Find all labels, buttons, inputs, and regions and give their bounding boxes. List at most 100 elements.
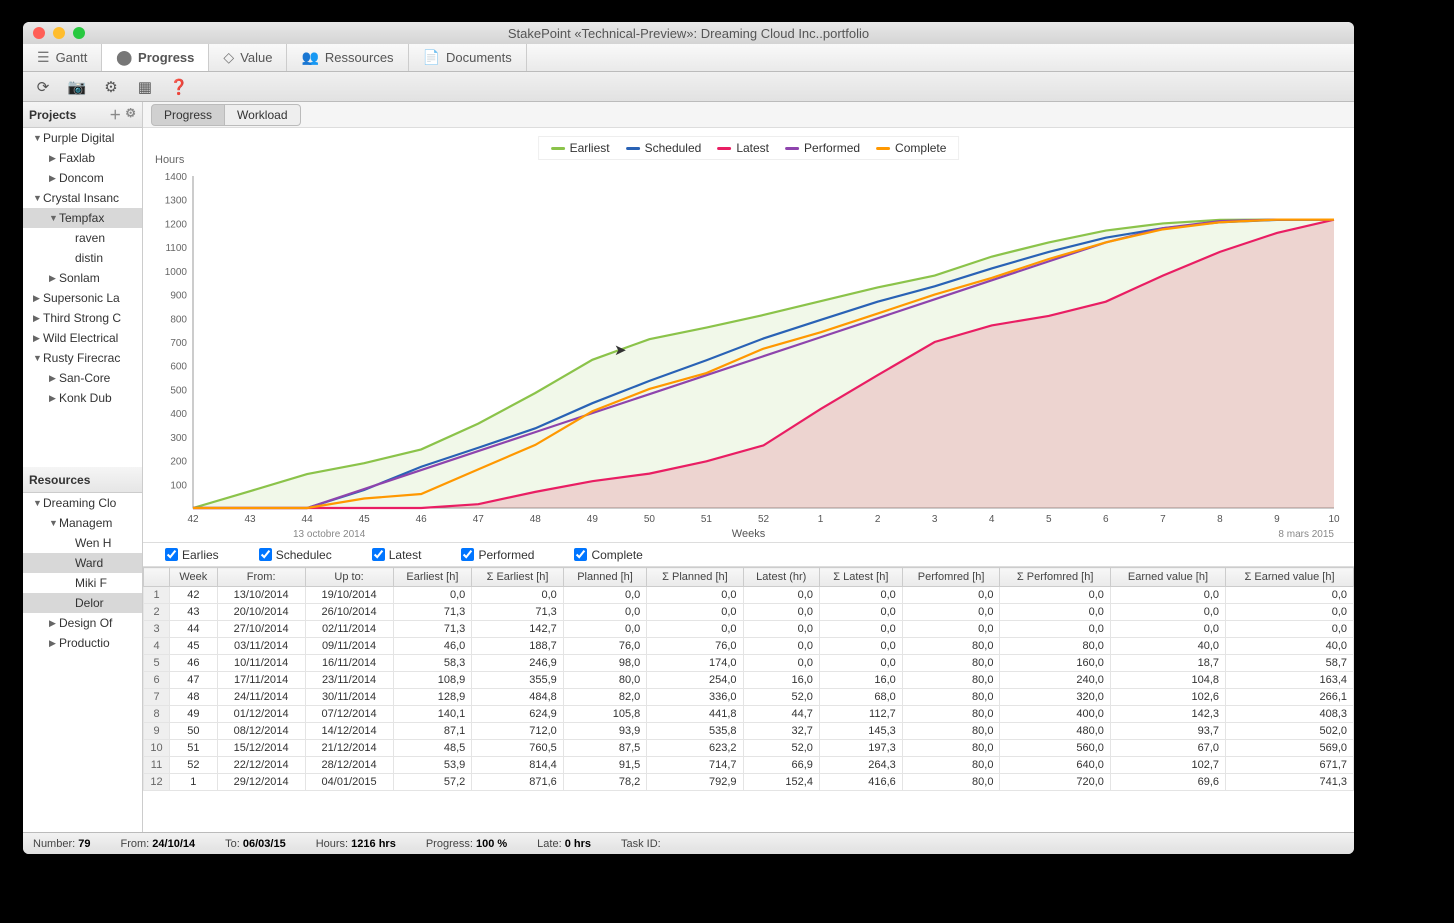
column-header[interactable]: Planned [h] <box>563 568 647 587</box>
cell: 13/10/2014 <box>217 587 305 604</box>
tree-node[interactable]: ▼Dreaming Clo <box>23 493 142 513</box>
tree-node[interactable]: ▼Crystal Insanc <box>23 188 142 208</box>
checkbox-performed[interactable]: Performed <box>461 548 534 562</box>
checkbox-input[interactable] <box>461 548 474 561</box>
tree-node[interactable]: ▶Konk Dub <box>23 388 142 408</box>
zoom-icon[interactable] <box>73 27 85 39</box>
tab-progress[interactable]: ⬤Progress <box>102 44 209 71</box>
resources-tree: ▼Dreaming Clo▼ManagemWen HWardMiki FDelo… <box>23 493 142 832</box>
cell: 0,0 <box>743 604 819 621</box>
tab-ressources[interactable]: 👥Ressources <box>287 44 408 71</box>
tab-value[interactable]: ◇Value <box>209 44 287 71</box>
tree-node[interactable]: ▶Productio <box>23 633 142 653</box>
column-header[interactable]: From: <box>217 568 305 587</box>
column-header[interactable]: Perfomred [h] <box>902 568 1000 587</box>
table-row[interactable]: 34427/10/201402/11/201471,3142,70,00,00,… <box>144 621 1354 638</box>
tree-label: Supersonic La <box>43 291 120 305</box>
cell: 48,5 <box>393 740 472 757</box>
tree-node[interactable]: Ward <box>23 553 142 573</box>
cell: 80,0 <box>902 723 1000 740</box>
table-row[interactable]: 95008/12/201414/12/201487,1712,093,9535,… <box>144 723 1354 740</box>
checkbox-earlies[interactable]: Earlies <box>165 548 219 562</box>
cell: 264,3 <box>819 757 902 774</box>
data-table-wrap[interactable]: WeekFrom:Up to:Earliest [h]Σ Earliest [h… <box>143 567 1354 832</box>
table-row[interactable]: 14213/10/201419/10/20140,00,00,00,00,00,… <box>144 587 1354 604</box>
table-row[interactable]: 54610/11/201416/11/201458,3246,998,0174,… <box>144 655 1354 672</box>
svg-text:1000: 1000 <box>165 267 188 278</box>
column-header[interactable]: Earned value [h] <box>1110 568 1225 587</box>
column-header[interactable] <box>144 568 170 587</box>
tab-gantt[interactable]: ☰Gantt <box>23 44 102 71</box>
checkbox-input[interactable] <box>372 548 385 561</box>
tree-node[interactable]: distin <box>23 248 142 268</box>
checkbox-input[interactable] <box>165 548 178 561</box>
tree-node[interactable]: ▶Third Strong C <box>23 308 142 328</box>
cell: 8 <box>144 706 170 723</box>
checkbox-input[interactable] <box>259 548 272 561</box>
tree-node[interactable]: ▶Supersonic La <box>23 288 142 308</box>
table-row[interactable]: 74824/11/201430/11/2014128,9484,882,0336… <box>144 689 1354 706</box>
camera-icon[interactable]: 📷 <box>67 77 87 97</box>
tree-node[interactable]: raven <box>23 228 142 248</box>
settings-gear-icon[interactable]: ⚙ <box>125 106 136 123</box>
checkbox-schedulec[interactable]: Schedulec <box>259 548 332 562</box>
table-row[interactable]: 105115/12/201421/12/201448,5760,587,5623… <box>144 740 1354 757</box>
table-row[interactable]: 12129/12/201404/01/201557,2871,678,2792,… <box>144 774 1354 791</box>
help-icon[interactable]: ❓ <box>169 77 189 97</box>
documents-icon: 📄 <box>423 49 440 66</box>
svg-text:1100: 1100 <box>165 243 187 254</box>
column-header[interactable]: Earliest [h] <box>393 568 472 587</box>
tree-node[interactable]: ▶Faxlab <box>23 148 142 168</box>
table-row[interactable]: 84901/12/201407/12/2014140,1624,9105,844… <box>144 706 1354 723</box>
subtab-progress[interactable]: Progress <box>151 104 225 126</box>
tree-node[interactable]: ▶San-Core <box>23 368 142 388</box>
gear-icon[interactable]: ⚙ <box>101 77 121 97</box>
column-header[interactable]: Week <box>170 568 218 587</box>
tree-node[interactable]: ▶Sonlam <box>23 268 142 288</box>
tree-node[interactable]: Wen H <box>23 533 142 553</box>
checkbox-complete[interactable]: Complete <box>574 548 642 562</box>
column-header[interactable]: Σ Perfomred [h] <box>1000 568 1110 587</box>
cell: 102,6 <box>1110 689 1225 706</box>
tab-documents[interactable]: 📄Documents <box>409 44 527 71</box>
close-icon[interactable] <box>33 27 45 39</box>
grid-icon[interactable]: ▦ <box>135 77 155 97</box>
cell: 57,2 <box>393 774 472 791</box>
refresh-icon[interactable]: ⟳ <box>33 77 53 97</box>
tree-node[interactable]: ▼Tempfax <box>23 208 142 228</box>
subtab-workload[interactable]: Workload <box>225 104 300 126</box>
checkbox-latest[interactable]: Latest <box>372 548 422 562</box>
table-row[interactable]: 24320/10/201426/10/201471,371,30,00,00,0… <box>144 604 1354 621</box>
tree-node[interactable]: ▶Design Of <box>23 613 142 633</box>
status-number: 79 <box>78 838 90 850</box>
minimize-icon[interactable] <box>53 27 65 39</box>
tree-node[interactable]: ▼Rusty Firecrac <box>23 348 142 368</box>
titlebar[interactable]: StakePoint «Technical-Preview»: Dreaming… <box>23 22 1354 44</box>
disclosure-arrow-icon: ▼ <box>49 518 59 528</box>
tree-node[interactable]: ▼Managem <box>23 513 142 533</box>
table-row[interactable]: 64717/11/201423/11/2014108,9355,980,0254… <box>144 672 1354 689</box>
status-to-label: To: <box>225 838 240 850</box>
cell: 24/11/2014 <box>217 689 305 706</box>
column-header[interactable]: Σ Latest [h] <box>819 568 902 587</box>
column-header[interactable]: Σ Earned value [h] <box>1226 568 1354 587</box>
table-row[interactable]: 44503/11/201409/11/201446,0188,776,076,0… <box>144 638 1354 655</box>
column-header[interactable]: Latest (hr) <box>743 568 819 587</box>
column-header[interactable]: Σ Earliest [h] <box>472 568 564 587</box>
tree-node[interactable]: ▶Doncom <box>23 168 142 188</box>
cell: 104,8 <box>1110 672 1225 689</box>
tree-node[interactable]: ▼Purple Digital <box>23 128 142 148</box>
tree-label: Productio <box>59 636 110 650</box>
cell: 0,0 <box>563 587 647 604</box>
cell: 0,0 <box>743 621 819 638</box>
disclosure-arrow-icon: ▶ <box>49 638 59 649</box>
table-row[interactable]: 115222/12/201428/12/201453,9814,491,5714… <box>144 757 1354 774</box>
cell: 741,3 <box>1226 774 1354 791</box>
checkbox-input[interactable] <box>574 548 587 561</box>
tree-node[interactable]: Delor <box>23 593 142 613</box>
tree-node[interactable]: ▶Wild Electrical <box>23 328 142 348</box>
tree-node[interactable]: Miki F <box>23 573 142 593</box>
column-header[interactable]: Up to: <box>305 568 393 587</box>
add-icon[interactable]: ＋ <box>109 106 121 123</box>
column-header[interactable]: Σ Planned [h] <box>647 568 743 587</box>
